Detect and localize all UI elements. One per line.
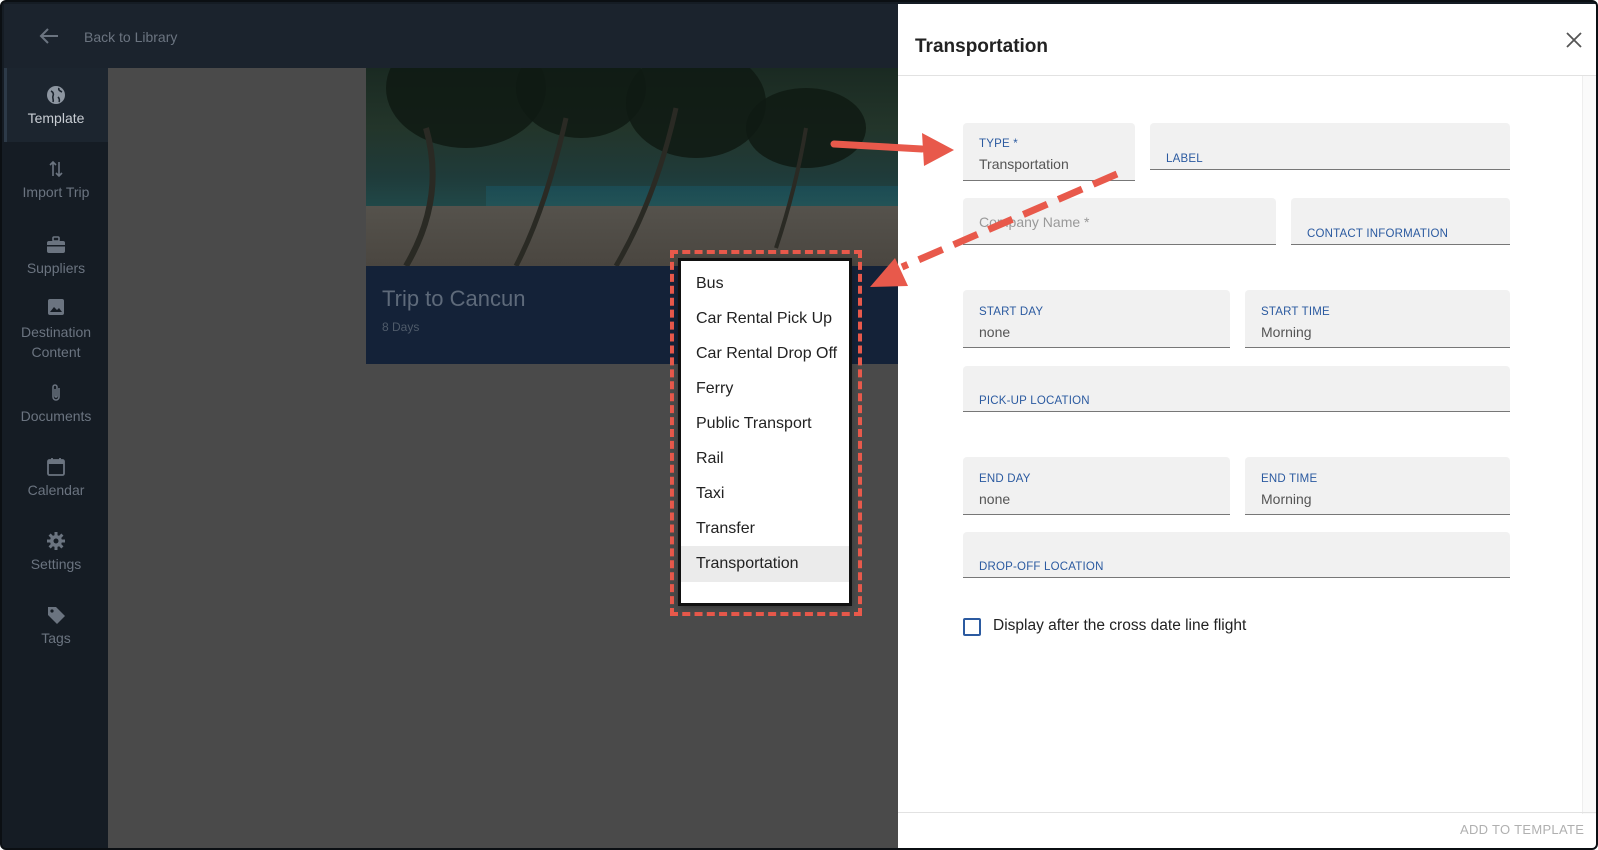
menu-item-ferry[interactable]: Ferry (680, 371, 850, 407)
trip-duration: 8 Days (382, 320, 420, 334)
menu-item-car-rental-pick-up[interactable]: Car Rental Pick Up (680, 301, 850, 337)
end-day-value: none (979, 491, 1011, 507)
sidebar-item-label: Settings (30, 556, 82, 572)
end-day-select[interactable]: END DAY none (963, 457, 1230, 515)
start-time-select[interactable]: START TIME Morning (1245, 290, 1510, 348)
type-select[interactable]: TYPE * Transportation (963, 123, 1135, 181)
import-arrows-icon (45, 158, 67, 180)
gear-icon (45, 530, 67, 552)
menu-item-transfer[interactable]: Transfer (680, 511, 850, 547)
tag-icon (45, 604, 67, 626)
company-name-field[interactable]: Company Name * (963, 198, 1276, 245)
calendar-icon (45, 456, 67, 478)
sidebar-item-documents[interactable]: Documents (4, 382, 108, 442)
sidebar-item-template[interactable]: Template (4, 68, 108, 142)
footer-divider (898, 812, 1596, 813)
sidebar-item-label: Documents (20, 408, 92, 424)
label-field-label: LABEL (1166, 153, 1203, 165)
end-time-label: END TIME (1261, 473, 1318, 485)
sidebar: Template Import Trip Suppliers Destinati… (4, 68, 108, 848)
sidebar-item-label: Import Trip (22, 184, 90, 200)
globe-icon (45, 84, 67, 106)
top-bar: Back to Library (4, 4, 898, 68)
end-day-label: END DAY (979, 473, 1031, 485)
transportation-panel: Transportation TYPE * Transportation LAB… (898, 4, 1596, 848)
paperclip-icon (45, 382, 67, 404)
menu-item-transportation[interactable]: Transportation (680, 546, 850, 582)
trip-cover-image (366, 68, 898, 266)
sidebar-item-tags[interactable]: Tags (4, 604, 108, 664)
panel-divider (898, 75, 1596, 76)
menu-item-public-transport[interactable]: Public Transport (680, 406, 850, 442)
pick-up-location-field[interactable]: PICK-UP LOCATION (963, 366, 1510, 412)
type-dropdown-menu: Bus Car Rental Pick Up Car Rental Drop O… (680, 260, 850, 604)
contact-information-label: CONTACT INFORMATION (1307, 228, 1449, 240)
sidebar-item-label: Template (27, 110, 85, 126)
briefcase-icon (45, 234, 67, 256)
menu-item-taxi[interactable]: Taxi (680, 476, 850, 512)
menu-item-car-rental-drop-off[interactable]: Car Rental Drop Off (680, 336, 850, 372)
cross-date-line-label[interactable]: Display after the cross date line flight (993, 617, 1246, 635)
sidebar-item-suppliers[interactable]: Suppliers (4, 234, 108, 294)
sidebar-item-destination-content[interactable]: Destination Content (4, 296, 108, 380)
start-day-select[interactable]: START DAY none (963, 290, 1230, 348)
sidebar-item-settings[interactable]: Settings (4, 530, 108, 590)
sidebar-item-label: Suppliers (26, 260, 86, 276)
sidebar-item-label: Tags (41, 630, 71, 646)
app-window: Back to Library Template Import Trip Sup… (0, 0, 1598, 850)
type-label: TYPE * (979, 138, 1018, 150)
end-time-value: Morning (1261, 491, 1312, 507)
label-field[interactable]: LABEL (1150, 123, 1510, 170)
sidebar-item-import-trip[interactable]: Import Trip (4, 158, 108, 218)
back-to-library-link[interactable]: Back to Library (84, 29, 177, 45)
start-time-label: START TIME (1261, 306, 1330, 318)
image-icon (45, 296, 67, 318)
start-day-label: START DAY (979, 306, 1044, 318)
menu-item-bus[interactable]: Bus (680, 266, 850, 302)
panel-title: Transportation (915, 36, 1049, 57)
sidebar-item-calendar[interactable]: Calendar (4, 456, 108, 516)
close-icon[interactable] (1564, 30, 1584, 50)
sidebar-item-label: Destination Content (20, 324, 92, 360)
company-name-placeholder: Company Name * (979, 214, 1090, 230)
trip-title: Trip to Cancun (382, 286, 526, 311)
start-day-value: none (979, 324, 1011, 340)
contact-information-field[interactable]: CONTACT INFORMATION (1291, 198, 1510, 245)
drop-off-location-field[interactable]: DROP-OFF LOCATION (963, 532, 1510, 578)
back-arrow-icon[interactable] (38, 26, 62, 46)
sidebar-item-label: Calendar (27, 482, 85, 498)
menu-item-rail[interactable]: Rail (680, 441, 850, 477)
type-value: Transportation (979, 156, 1069, 172)
pick-up-location-label: PICK-UP LOCATION (979, 395, 1090, 407)
cross-date-line-checkbox[interactable] (963, 618, 981, 636)
end-time-select[interactable]: END TIME Morning (1245, 457, 1510, 515)
drop-off-location-label: DROP-OFF LOCATION (979, 561, 1104, 573)
start-time-value: Morning (1261, 324, 1312, 340)
panel-scrollbar[interactable] (1582, 76, 1596, 814)
add-to-template-button[interactable]: ADD TO TEMPLATE (1460, 822, 1584, 837)
